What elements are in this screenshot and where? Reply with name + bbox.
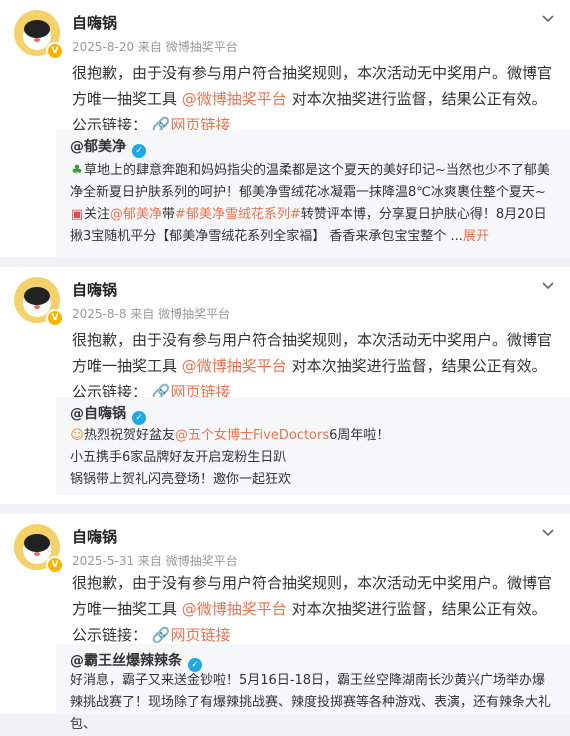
post-body: 很抱歉，由于没有参与用户符合抽奖规则，本次活动无中奖用户。微博官方唯一抽奖工具 … (72, 331, 553, 401)
mention-link[interactable]: @微博抽奖平台 (182, 600, 287, 618)
quoted-author[interactable]: @霸王丝爆辣辣条 ✓ (70, 650, 202, 672)
quoted-text: ☺热烈祝贺好盆友@五个女博士FiveDoctors6周年啦！ 小五携手6家品牌好… (70, 425, 556, 491)
author-name[interactable]: 自嗨锅 (72, 279, 117, 300)
post-meta: 2025-8-20 来自 微博抽奖平台 (72, 40, 238, 54)
quoted-author[interactable]: @自嗨锅 ✓ (70, 403, 146, 425)
mention-link[interactable]: @微博抽奖平台 (182, 357, 287, 375)
mention-link[interactable]: @五个女博士FiveDoctors (175, 428, 329, 443)
verified-icon: ✓ (132, 411, 146, 425)
tree-icon: ♣ (71, 163, 83, 178)
post-body: 很抱歉，由于没有参与用户符合抽奖规则，本次活动无中奖用户。微博官方唯一抽奖工具 … (72, 64, 553, 134)
chevron-down-icon[interactable] (540, 10, 556, 26)
verified-badge-icon: V (46, 42, 64, 60)
topic-link[interactable]: #郁美净雪绒花系列# (175, 207, 301, 222)
chevron-down-icon[interactable] (540, 524, 556, 540)
mention-link[interactable]: @郁美净 (110, 207, 162, 222)
author-name[interactable]: 自嗨锅 (72, 12, 117, 33)
post-divider (0, 504, 570, 514)
post-divider (0, 257, 570, 267)
weibo-post: V 自嗨锅 2025-8-8 来自 微博抽奖平台 很抱歉，由于没有参与用户符合抽… (0, 267, 570, 504)
quoted-text: 好消息，霸子又来送金钞啦！5月16日-18日，霸王丝空降湖南长沙黄兴广场举办爆辣… (70, 673, 552, 732)
smile-icon: ☺ (70, 428, 84, 443)
weibo-post: V 自嗨锅 2025-8-20 来自 微博抽奖平台 很抱歉，由于没有参与用户符合… (0, 0, 570, 257)
verified-badge-icon: V (46, 309, 64, 327)
post-meta: 2025-8-8 来自 微博抽奖平台 (72, 307, 231, 321)
post-meta: 2025-5-31 来自 微博抽奖平台 (72, 554, 238, 568)
quoted-post[interactable]: @自嗨锅 ✓ ☺热烈祝贺好盆友@五个女博士FiveDoctors6周年啦！ 小五携… (56, 397, 570, 495)
quoted-post[interactable]: @郁美净 ✓ ♣草地上的肆意奔跑和妈妈指尖的温柔都是这个夏天的美好印记~当然也少不… (56, 130, 570, 257)
post-body: 很抱歉，由于没有参与用户符合抽奖规则，本次活动无中奖用户。微博官方唯一抽奖工具 … (72, 574, 553, 644)
gift-icon: ▣ (70, 207, 84, 222)
quoted-post[interactable]: @霸王丝爆辣辣条 ✓ 好消息，霸子又来送金钞啦！5月16日-18日，霸王丝空降湖南… (56, 644, 570, 732)
author-name[interactable]: 自嗨锅 (72, 526, 117, 547)
chevron-down-icon[interactable] (540, 277, 556, 293)
verified-badge-icon: V (46, 556, 64, 574)
web-link[interactable]: 🔗网页链接 (152, 626, 231, 644)
quoted-text: ♣草地上的肆意奔跑和妈妈指尖的温柔都是这个夏天的美好印记~当然也少不了郁美净全新… (70, 160, 556, 248)
weibo-post: V 自嗨锅 2025-5-31 来自 微博抽奖平台 很抱歉，由于没有参与用户符合… (0, 514, 570, 732)
quoted-author[interactable]: @郁美净 ✓ (70, 136, 146, 158)
verified-icon: ✓ (132, 144, 146, 158)
expand-link[interactable]: 展开 (463, 229, 489, 244)
mention-link[interactable]: @微博抽奖平台 (182, 90, 287, 108)
link-icon: 🔗 (151, 626, 171, 644)
